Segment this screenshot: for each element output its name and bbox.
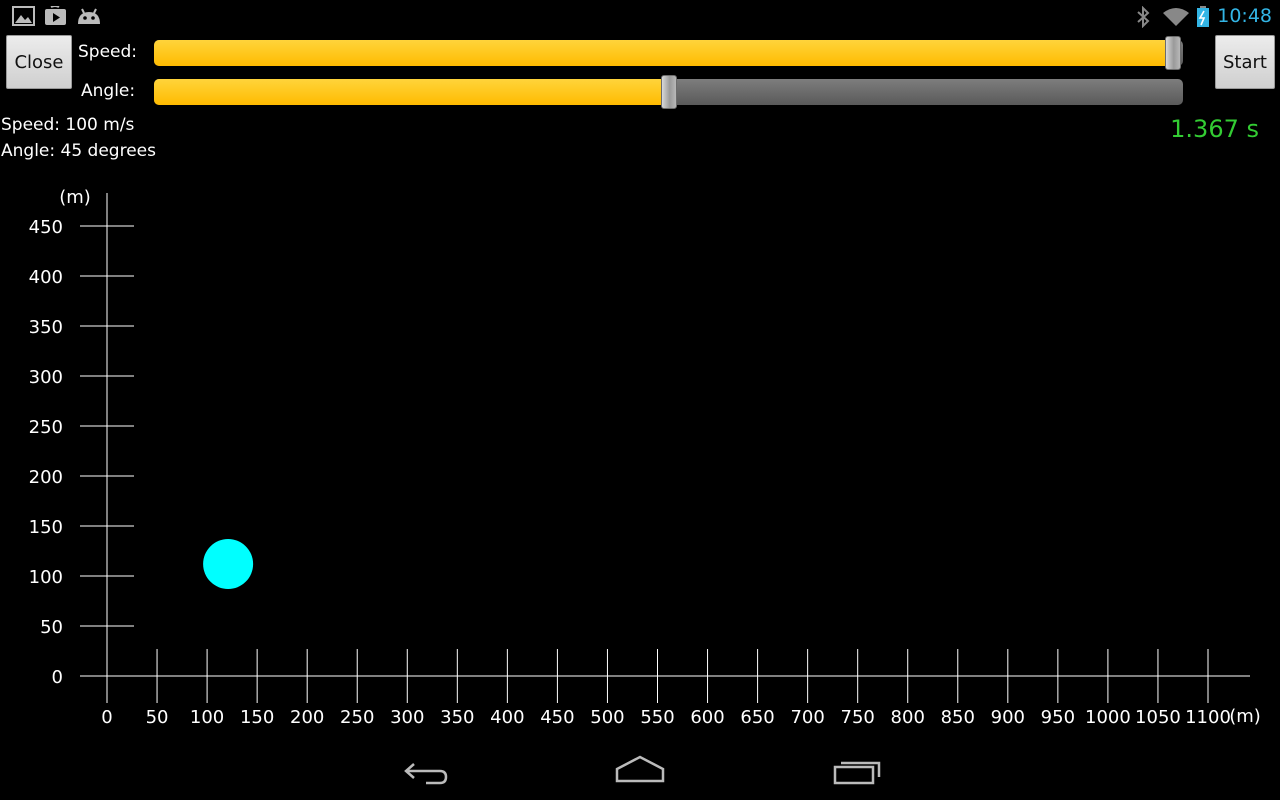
- y-tick-label: 0: [52, 667, 63, 688]
- x-tick-label: 650: [740, 707, 774, 728]
- y-tick-label: 350: [29, 317, 63, 338]
- x-tick-label: 300: [390, 707, 424, 728]
- angle-label: Angle:: [81, 81, 136, 101]
- play-store-icon: [45, 6, 66, 25]
- close-button[interactable]: Close: [6, 35, 72, 89]
- angle-readout: Angle: 45 degrees: [1, 141, 156, 161]
- x-tick-label: 750: [841, 707, 875, 728]
- wifi-icon: [1163, 8, 1189, 26]
- x-tick-label: 600: [690, 707, 724, 728]
- speed-slider[interactable]: [154, 36, 1183, 70]
- recents-icon[interactable]: [832, 755, 884, 787]
- x-tick-label: 1000: [1085, 707, 1131, 728]
- x-tick-label: 200: [290, 707, 324, 728]
- y-tick-label: 100: [29, 567, 63, 588]
- x-tick-label: 800: [891, 707, 925, 728]
- x-tick-label: 450: [540, 707, 574, 728]
- x-tick-label: 100: [190, 707, 224, 728]
- x-tick-label: 700: [790, 707, 824, 728]
- navigation-bar: [0, 745, 1280, 800]
- y-tick-label: 250: [29, 417, 63, 438]
- status-bar: 10:48: [0, 0, 1280, 33]
- x-tick-label: 850: [941, 707, 975, 728]
- x-tick-label: 550: [640, 707, 674, 728]
- x-tick-label: 1050: [1135, 707, 1181, 728]
- x-tick-label: 150: [240, 707, 274, 728]
- angle-slider-fill: [154, 79, 669, 105]
- picture-icon: [12, 6, 35, 26]
- x-tick-label: 500: [590, 707, 624, 728]
- clock: 10:48: [1217, 5, 1272, 27]
- x-tick-label: 900: [991, 707, 1025, 728]
- x-tick-label: 950: [1041, 707, 1075, 728]
- y-tick-label: 450: [29, 217, 63, 238]
- speed-slider-thumb[interactable]: [1165, 36, 1181, 70]
- elapsed-time: 1.367 s: [1170, 115, 1259, 143]
- angle-slider-thumb[interactable]: [661, 75, 677, 109]
- y-axis-label: (m): [59, 187, 91, 208]
- speed-readout: Speed: 100 m/s: [1, 115, 135, 135]
- y-tick-label: 200: [29, 467, 63, 488]
- x-axis-label: (m): [1229, 706, 1261, 727]
- start-button[interactable]: Start: [1215, 35, 1275, 89]
- x-tick-label: 250: [340, 707, 374, 728]
- battery-charging-icon: [1197, 6, 1209, 27]
- bluetooth-icon: [1137, 6, 1150, 28]
- speed-slider-fill: [154, 40, 1173, 66]
- y-tick-label: 300: [29, 367, 63, 388]
- x-tick-label: 50: [146, 707, 169, 728]
- x-tick-label: 0: [101, 707, 112, 728]
- projectile-point: [203, 539, 254, 589]
- y-tick-label: 150: [29, 517, 63, 538]
- angle-slider[interactable]: [154, 75, 1183, 109]
- y-tick-label: 400: [29, 267, 63, 288]
- x-tick-label: 350: [440, 707, 474, 728]
- android-icon: [78, 8, 100, 24]
- x-tick-label: 1100: [1185, 707, 1231, 728]
- back-icon[interactable]: [400, 755, 448, 787]
- speed-label: Speed:: [78, 42, 138, 62]
- x-tick-label: 400: [490, 707, 524, 728]
- home-icon[interactable]: [614, 753, 666, 785]
- trajectory-plot: 0 50 100 150 200 250 300 350 400 450 0 50 100 150 200 2…: [29, 187, 1261, 728]
- y-tick-label: 50: [40, 617, 63, 638]
